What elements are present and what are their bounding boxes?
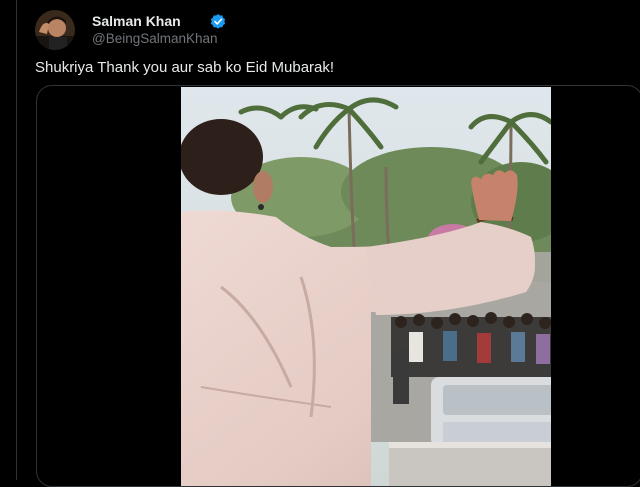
- author-handle[interactable]: @BeingSalmanKhan: [92, 31, 218, 46]
- avatar-image: [35, 10, 75, 50]
- verified-badge-icon[interactable]: [209, 13, 227, 31]
- media-container[interactable]: [36, 85, 640, 487]
- tweet-video[interactable]: [181, 87, 557, 486]
- author-name[interactable]: Salman Khan: [92, 13, 181, 29]
- tweet-card[interactable]: Salman Khan @BeingSalmanKhan Shukriya Th…: [16, 0, 640, 487]
- author-avatar[interactable]: [35, 10, 75, 50]
- video-frame-image: [181, 87, 557, 486]
- tweet-text: Shukriya Thank you aur sab ko Eid Mubara…: [35, 59, 335, 76]
